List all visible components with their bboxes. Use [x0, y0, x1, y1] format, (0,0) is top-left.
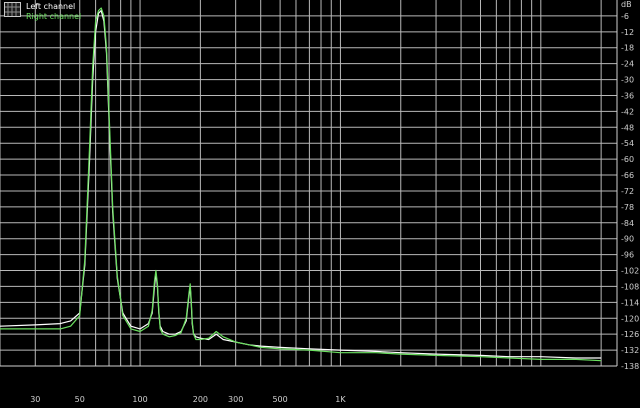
y-tick-label: -36 [621, 91, 634, 100]
y-tick-label: -102 [621, 267, 639, 276]
y-tick-label: -72 [621, 187, 634, 196]
y-tick-label: -108 [621, 282, 639, 291]
y-tick-label: -78 [621, 203, 634, 212]
legend-right-channel: Right channel [26, 12, 82, 21]
x-tick-label: 500 [272, 395, 287, 404]
y-tick-label: -30 [621, 76, 634, 85]
y-tick-label: -60 [621, 155, 634, 164]
legend: Left channel Right channel [4, 2, 81, 22]
y-tick-label: -24 [621, 60, 634, 69]
y-tick-label: -114 [621, 298, 639, 307]
y-axis-unit: dB [621, 0, 632, 9]
legend-left-channel: Left channel [26, 2, 76, 11]
y-tick-label: -48 [621, 123, 634, 132]
x-tick-label: 50 [75, 395, 85, 404]
y-tick-label: -138 [621, 362, 639, 371]
x-tick-label: 1K [335, 395, 346, 404]
y-tick-label: -90 [621, 235, 634, 244]
x-tick-label: 200 [193, 395, 208, 404]
y-tick-label: -132 [621, 346, 639, 355]
y-tick-label: -42 [621, 107, 634, 116]
y-tick-label: -84 [621, 219, 634, 228]
spectrum-plot: -6 -12 -18 -24 -30 -36 -42 -48 -54 -60 -66 -72 -78 -8… [0, 0, 640, 408]
x-tick-label: 30 [30, 395, 40, 404]
legend-entries: Left channel Right channel [26, 2, 81, 22]
y-tick-label: -12 [621, 28, 634, 37]
y-tick-label: -18 [621, 44, 634, 53]
y-tick-label: -120 [621, 314, 639, 323]
x-tick-label: 100 [132, 395, 147, 404]
y-tick-label: -96 [621, 251, 634, 260]
y-tick-label: -126 [621, 330, 639, 339]
y-tick-label: -66 [621, 171, 634, 180]
y-tick-label: -6 [621, 12, 629, 21]
spectrum-window-icon[interactable] [4, 2, 21, 17]
x-tick-label: 300 [228, 395, 243, 404]
y-tick-label: -54 [621, 139, 634, 148]
